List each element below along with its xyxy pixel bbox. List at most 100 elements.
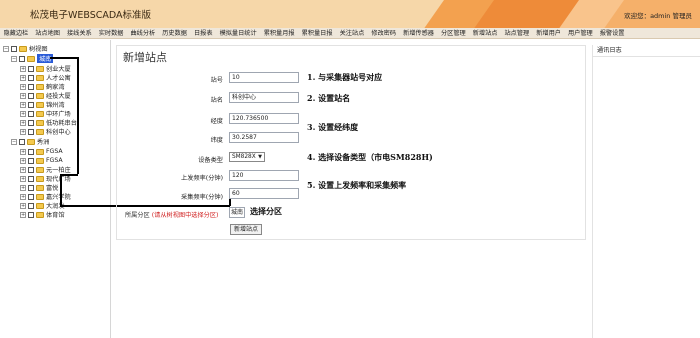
- tree-checkbox[interactable]: [19, 138, 25, 145]
- tree-checkbox[interactable]: [28, 119, 34, 126]
- tree-checkbox[interactable]: [28, 128, 34, 135]
- tree-item[interactable]: + 体育馆: [20, 210, 65, 219]
- device-type-label: 设备类型: [198, 157, 223, 164]
- tree-item[interactable]: + 元一柏庄: [20, 165, 71, 174]
- zone-input[interactable]: 城南: [229, 207, 245, 218]
- expand-icon[interactable]: +: [20, 128, 26, 135]
- tree-checkbox[interactable]: [28, 92, 34, 99]
- tree-checkbox[interactable]: [28, 148, 34, 155]
- expand-icon[interactable]: +: [20, 202, 26, 209]
- callout-line: [50, 57, 78, 59]
- top-nav: 隐藏边栏 站点地图 接线关系 实时数据 曲线分析 历史数据 日报表 模拟量日统计…: [0, 28, 700, 39]
- nav-wiring[interactable]: 接线关系: [64, 28, 96, 38]
- expand-icon[interactable]: +: [20, 148, 26, 155]
- expand-icon[interactable]: +: [20, 101, 26, 108]
- nav-site-map[interactable]: 站点地图: [32, 28, 64, 38]
- folder-icon: [27, 138, 35, 145]
- tree-checkbox[interactable]: [28, 101, 34, 108]
- expand-icon[interactable]: +: [20, 65, 26, 72]
- add-site-button[interactable]: 新增站点: [230, 224, 263, 235]
- tree-item[interactable]: + 嘉兴学院: [20, 192, 71, 201]
- expand-icon[interactable]: +: [20, 193, 26, 200]
- tree-item[interactable]: + 大润发: [20, 201, 65, 210]
- tree-checkbox[interactable]: [28, 202, 34, 209]
- nav-add-user[interactable]: 新增用户: [533, 28, 565, 38]
- expand-icon[interactable]: +: [20, 92, 26, 99]
- expand-icon[interactable]: +: [20, 166, 26, 173]
- nav-add-site[interactable]: 新增站点: [469, 28, 501, 38]
- annotation-1: 1. 与采集器站号对应: [307, 72, 383, 82]
- nav-realtime[interactable]: 实时数据: [95, 28, 127, 38]
- expand-icon[interactable]: +: [20, 211, 26, 218]
- tree-item[interactable]: + 富悦: [20, 183, 58, 192]
- nav-user-manage[interactable]: 用户管理: [565, 28, 597, 38]
- tree-checkbox[interactable]: [28, 211, 34, 218]
- tree-checkbox[interactable]: [28, 193, 34, 200]
- nav-cumulative-monthly[interactable]: 累积量月报: [260, 28, 298, 38]
- tree-checkbox[interactable]: [28, 65, 34, 72]
- nav-site-manage[interactable]: 站点管理: [501, 28, 533, 38]
- tree-item[interactable]: + FGSA: [20, 147, 63, 156]
- nav-curve[interactable]: 曲线分析: [127, 28, 159, 38]
- tree-checkbox[interactable]: [19, 55, 25, 62]
- tree-item[interactable]: + 低功耗串台: [20, 118, 77, 127]
- tree-item[interactable]: + 人才公寓: [20, 73, 71, 82]
- nav-alarm-settings[interactable]: 报警设置: [596, 28, 628, 38]
- tree-checkbox[interactable]: [28, 184, 34, 191]
- collapse-icon[interactable]: −: [3, 45, 9, 52]
- nav-analog-daily[interactable]: 模拟量日统计: [216, 28, 260, 38]
- expand-icon[interactable]: +: [20, 83, 26, 90]
- collapse-icon[interactable]: −: [11, 55, 17, 62]
- tree-checkbox[interactable]: [28, 110, 34, 117]
- tree-item[interactable]: + 创业大厦: [20, 64, 71, 73]
- tree-root[interactable]: − 树视图: [3, 44, 48, 53]
- tree-checkbox[interactable]: [28, 157, 34, 164]
- tree-checkbox[interactable]: [28, 166, 34, 173]
- tree-group-chengnan[interactable]: − 城南: [11, 54, 54, 63]
- tree-checkbox[interactable]: [28, 175, 34, 182]
- tree-checkbox[interactable]: [28, 83, 34, 90]
- tree-item[interactable]: + 锦州湾: [20, 100, 65, 109]
- expand-icon[interactable]: +: [20, 175, 26, 182]
- tree-item[interactable]: + 科创中心: [20, 127, 71, 136]
- nav-history[interactable]: 历史数据: [159, 28, 191, 38]
- station-id-input[interactable]: 10: [229, 72, 299, 83]
- tree-item[interactable]: + 中环广场: [20, 109, 71, 118]
- tree-checkbox[interactable]: [11, 45, 17, 52]
- folder-icon: [36, 166, 44, 173]
- annotation-2: 2. 设置站名: [307, 93, 351, 103]
- collapse-icon[interactable]: −: [11, 138, 17, 145]
- tree-item[interactable]: + 鹤家湾: [20, 82, 65, 91]
- callout-line: [77, 57, 79, 174]
- nav-cumulative-daily[interactable]: 累积量日报: [298, 28, 336, 38]
- tree-checkbox[interactable]: [28, 74, 34, 81]
- tree-group-xiuzhou[interactable]: − 秀洲: [11, 137, 49, 146]
- latitude-input[interactable]: 30.2587: [229, 132, 299, 143]
- upload-freq-input[interactable]: 120: [229, 170, 299, 181]
- nav-add-sensor[interactable]: 新增传感器: [400, 28, 438, 38]
- station-name-input[interactable]: 科创中心: [229, 92, 299, 103]
- folder-icon: [36, 175, 44, 182]
- sample-freq-input[interactable]: 60: [229, 188, 299, 199]
- expand-icon[interactable]: +: [20, 184, 26, 191]
- nav-watched-sites[interactable]: 关注站点: [336, 28, 368, 38]
- longitude-input[interactable]: 120.736500: [229, 113, 299, 124]
- folder-icon: [19, 45, 27, 52]
- app-header: 松茂电子WEBSCADA标准版 欢迎您：admin 管理员: [0, 0, 700, 28]
- tree-item[interactable]: + 经投大厦: [20, 91, 71, 100]
- add-site-panel: 新增站点 站号 10 站名 科创中心 经度 120.736500 纬度 30.2…: [116, 45, 586, 240]
- comm-log-panel: 通讯日志: [592, 45, 700, 338]
- expand-icon[interactable]: +: [20, 157, 26, 164]
- expand-icon[interactable]: +: [20, 74, 26, 81]
- zone-note: 选择分区: [250, 206, 282, 216]
- nav-change-password[interactable]: 修改密码: [368, 28, 400, 38]
- tree-item[interactable]: + FGSA: [20, 156, 63, 165]
- expand-icon[interactable]: +: [20, 110, 26, 117]
- tree-sidebar: − 树视图 − 城南 + 创业大厦 + 人才公寓 + 鹤家湾 + 经投大厦 + 锦州湾 +…: [0, 40, 111, 338]
- nav-zone-manage[interactable]: 分区管理: [438, 28, 470, 38]
- folder-icon: [36, 157, 44, 164]
- nav-daily-report[interactable]: 日报表: [191, 28, 217, 38]
- device-type-select[interactable]: SM828X ▼: [229, 152, 265, 162]
- nav-hide-sidebar[interactable]: 隐藏边栏: [0, 28, 32, 38]
- expand-icon[interactable]: +: [20, 119, 26, 126]
